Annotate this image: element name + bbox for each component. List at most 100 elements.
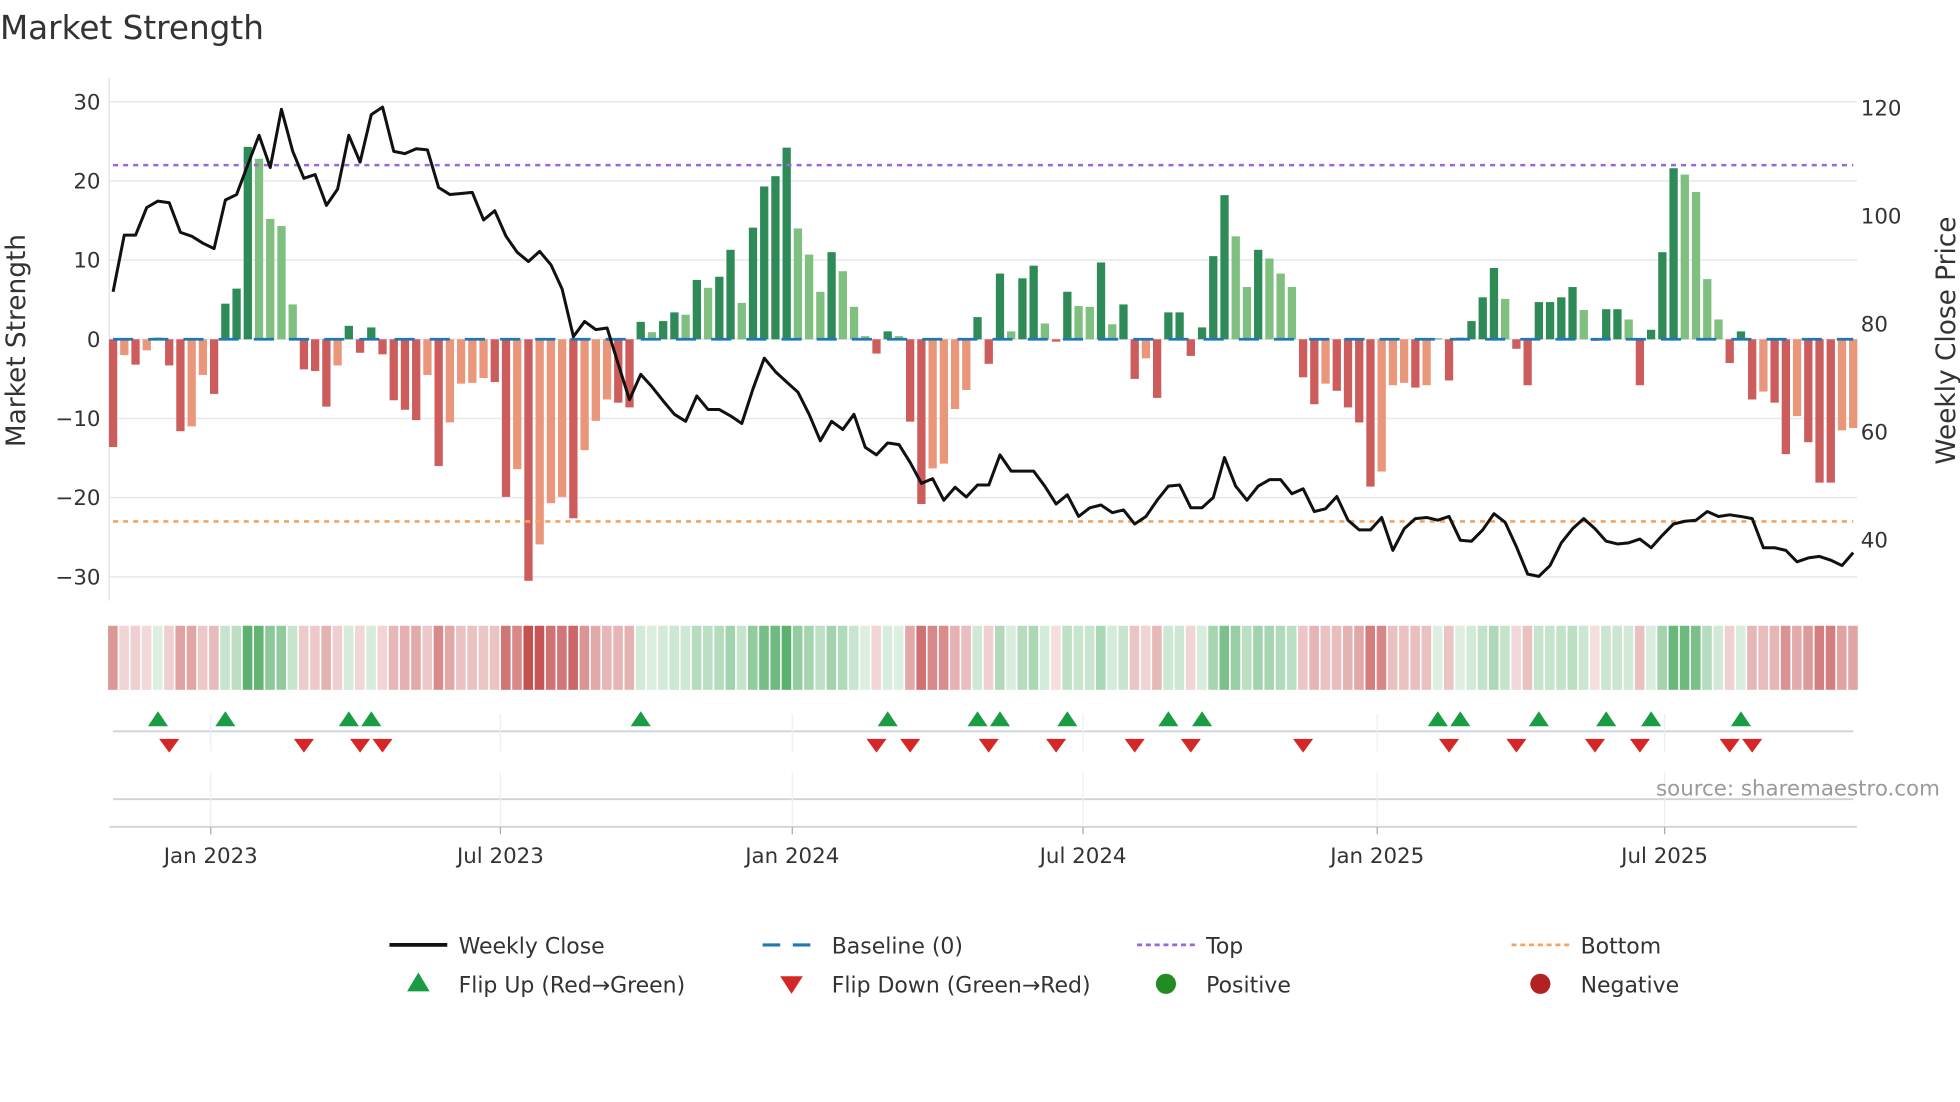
flip-down-marker <box>372 738 393 753</box>
strength-bars <box>108 146 1858 581</box>
heat-cell <box>792 625 803 690</box>
strength-bar <box>1130 339 1139 379</box>
heat-cell <box>658 625 668 690</box>
heat-cell <box>152 625 163 690</box>
heat-cell <box>164 625 174 690</box>
strength-bar <box>1635 339 1645 386</box>
heat-cell <box>130 625 141 690</box>
heat-cell <box>759 625 769 690</box>
heat-cell <box>1421 625 1432 690</box>
strength-bar <box>1343 339 1353 408</box>
heat-cell <box>826 625 837 690</box>
flip-up-marker <box>1427 711 1448 727</box>
y-tick-label: 20 <box>73 169 100 194</box>
strength-bar <box>355 339 365 353</box>
heat-cell <box>1174 625 1185 690</box>
heat-cell <box>1376 625 1387 690</box>
strength-bar <box>569 339 578 519</box>
heat-cell <box>1567 625 1578 690</box>
heat-cell <box>1095 625 1106 690</box>
heat-cell <box>770 625 781 690</box>
heat-cell <box>1107 625 1117 690</box>
heat-cell <box>1735 625 1746 690</box>
strength-bar <box>1792 339 1802 417</box>
strength-bar <box>1725 339 1734 364</box>
heat-cell <box>983 625 994 690</box>
heat-cell <box>736 625 747 690</box>
heat-cell <box>1646 625 1656 690</box>
heat-cell <box>220 625 230 690</box>
y-tick-label: 10 <box>73 249 100 274</box>
strength-bar <box>1298 339 1308 378</box>
heat-cell <box>1803 625 1813 690</box>
strength-bar <box>1411 339 1420 388</box>
heat-cell <box>1197 625 1207 690</box>
strength-bar <box>1153 339 1162 398</box>
strength-bar <box>1781 339 1790 455</box>
strength-bar <box>232 288 241 340</box>
strength-bar <box>1399 339 1409 383</box>
flip-up-legend-icon <box>407 972 430 992</box>
heat-cell <box>1444 625 1454 690</box>
heat-cell <box>1466 625 1477 690</box>
strength-bar <box>344 325 353 340</box>
strength-bar <box>760 186 769 340</box>
negative-legend-icon <box>1530 973 1551 994</box>
strength-bar <box>771 176 780 340</box>
heat-cell <box>849 625 859 690</box>
strength-bar <box>142 339 151 351</box>
strength-bar <box>1388 339 1398 386</box>
flip-down-marker <box>978 738 999 753</box>
heat-cell <box>1399 625 1409 690</box>
flip-down-marker <box>866 738 887 753</box>
strength-bar <box>1377 339 1386 472</box>
heat-cell <box>703 625 713 690</box>
strength-bar <box>1186 339 1195 356</box>
heat-cell <box>298 625 309 690</box>
heat-cell <box>287 625 298 690</box>
heat-cell <box>119 625 129 690</box>
heat-cell <box>1129 625 1140 690</box>
strength-bar <box>445 339 455 423</box>
heat-cell <box>186 625 197 690</box>
heat-cell <box>1488 625 1499 690</box>
heat-cell <box>1062 625 1072 690</box>
heat-cell <box>557 625 567 690</box>
strength-bar <box>1826 339 1835 483</box>
legend: Weekly Close Baseline (0) Top Bottom Flip Up… <box>389 935 1679 999</box>
strength-bar <box>266 218 275 340</box>
heat-cell <box>1601 625 1611 690</box>
heat-cell <box>1342 625 1353 690</box>
strength-bar <box>1849 339 1858 428</box>
heat-cell <box>141 625 152 690</box>
strength-bar <box>849 306 859 340</box>
heat-cell <box>1679 625 1690 690</box>
heat-cell <box>242 625 253 690</box>
heat-cell <box>1511 625 1521 690</box>
strength-bar <box>580 339 589 451</box>
flip-up-marker <box>1641 711 1662 727</box>
strength-bar <box>591 339 600 421</box>
heat-cell <box>994 625 1005 690</box>
strength-bar <box>165 339 174 366</box>
flip-up-marker <box>361 711 382 727</box>
heat-cell <box>860 625 870 690</box>
strength-bar <box>1231 236 1240 340</box>
heat-cell <box>1365 625 1376 690</box>
y2-tick-label: 100 <box>1861 205 1902 230</box>
y-tick-label: −20 <box>55 486 100 511</box>
heat-cell <box>1589 625 1600 690</box>
x-tick-label: Jan 2025 <box>1328 844 1424 869</box>
y2-axis-label: Weekly Close Price <box>1932 216 1960 464</box>
positive-legend-icon <box>1155 973 1176 994</box>
heat-cell <box>1780 625 1791 690</box>
strength-bar <box>1254 249 1263 340</box>
heat-cell <box>1814 625 1825 690</box>
heat-cell <box>444 625 455 690</box>
x-tick-label: Jul 2024 <box>1038 844 1127 869</box>
heat-cell <box>1264 625 1274 690</box>
heat-cell <box>1073 625 1084 690</box>
strength-bar <box>311 339 320 371</box>
flip-up-marker <box>877 711 898 727</box>
heat-cell <box>456 625 466 690</box>
